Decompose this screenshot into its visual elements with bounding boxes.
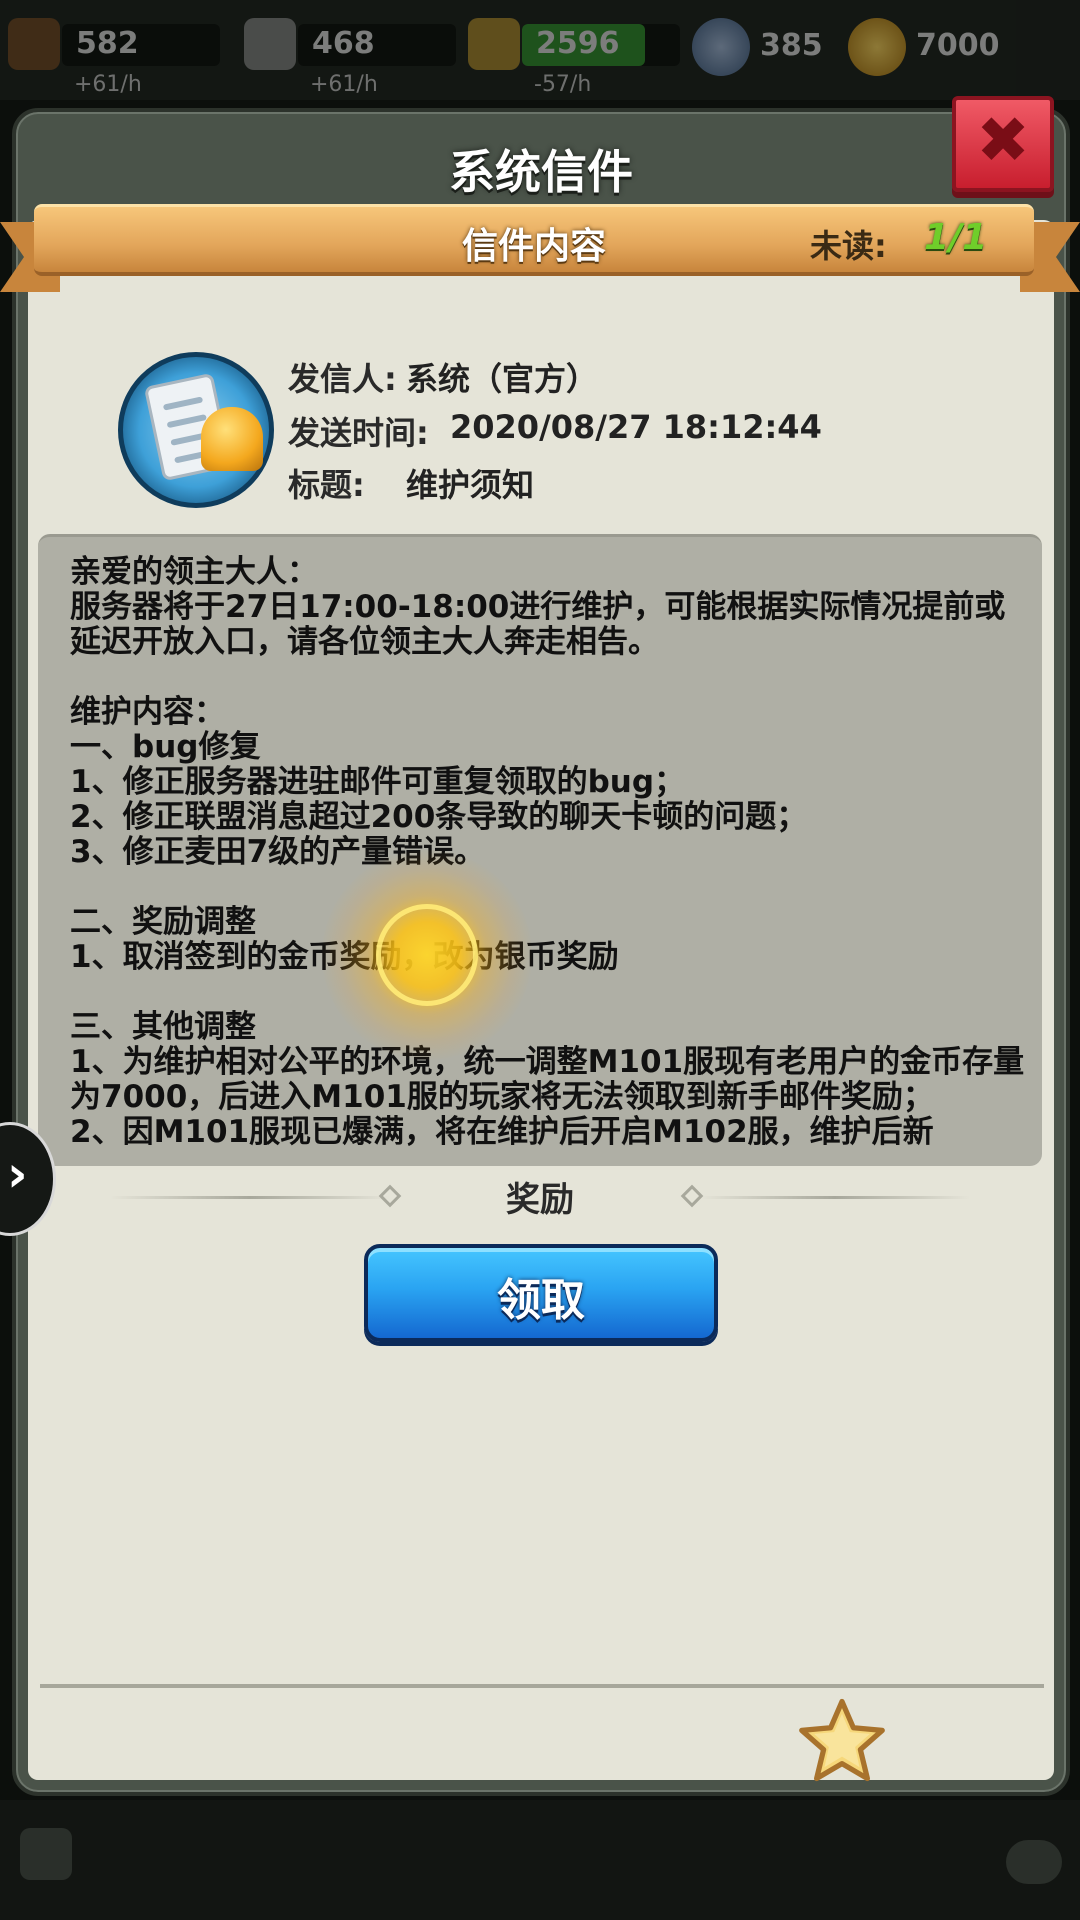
panel-title: 系统信件 [449, 145, 633, 199]
close-button[interactable]: ✖ [952, 96, 1054, 192]
message-body[interactable]: 亲爱的领主大人： 服务器将于27日17:00-18:00进行维护，可能根据实际情… [38, 534, 1042, 1166]
sender-label: 发信人: [288, 360, 397, 398]
unread-label: 未读: [810, 227, 887, 265]
bell-icon [201, 407, 263, 471]
claim-button[interactable]: 领取 [364, 1244, 718, 1342]
time-value: 2020/08/27 18:12:44 [450, 408, 822, 446]
menu-icon[interactable] [20, 1828, 72, 1880]
currency-value: 7000 [916, 28, 1000, 63]
resource-rate: +61/h [310, 72, 378, 97]
gold-coin-icon [848, 18, 906, 76]
wheat-icon [468, 18, 520, 70]
bottom-bar [0, 1800, 1080, 1920]
claim-button-label: 领取 [497, 1275, 585, 1326]
silver-coin-icon [692, 18, 750, 76]
close-icon: ✖ [976, 104, 1030, 178]
stone-icon [244, 18, 296, 70]
footer-divider [40, 1684, 1044, 1688]
divider-line [700, 1196, 970, 1199]
time-label: 发送时间: [288, 414, 429, 452]
section-ribbon: 信件内容 未读: 1/1 [34, 204, 1034, 276]
resource-value: 2596 [536, 26, 620, 61]
resource-rate: -57/h [534, 72, 592, 97]
mail-bell-icon [118, 352, 274, 508]
message-text: 亲爱的领主大人： 服务器将于27日17:00-18:00进行维护，可能根据实际情… [70, 554, 1025, 1150]
resource-value: 468 [312, 26, 375, 61]
resource-value: 582 [76, 26, 139, 61]
resource-bar: 582 +61/h 468 +61/h 2596 -57/h 385 7000 [0, 0, 1080, 100]
wood-icon [8, 18, 60, 70]
subject-label: 标题: [288, 466, 365, 504]
star-icon[interactable] [798, 1698, 886, 1782]
tap-indicator-ring [376, 904, 478, 1006]
resource-rate: +61/h [74, 72, 142, 97]
sender-value: 系统（官方） [406, 360, 599, 398]
subject-value: 维护须知 [406, 466, 535, 504]
currency-value: 385 [760, 28, 823, 63]
unread-count: 1/1 [924, 217, 988, 258]
chat-icon[interactable] [1006, 1840, 1062, 1884]
